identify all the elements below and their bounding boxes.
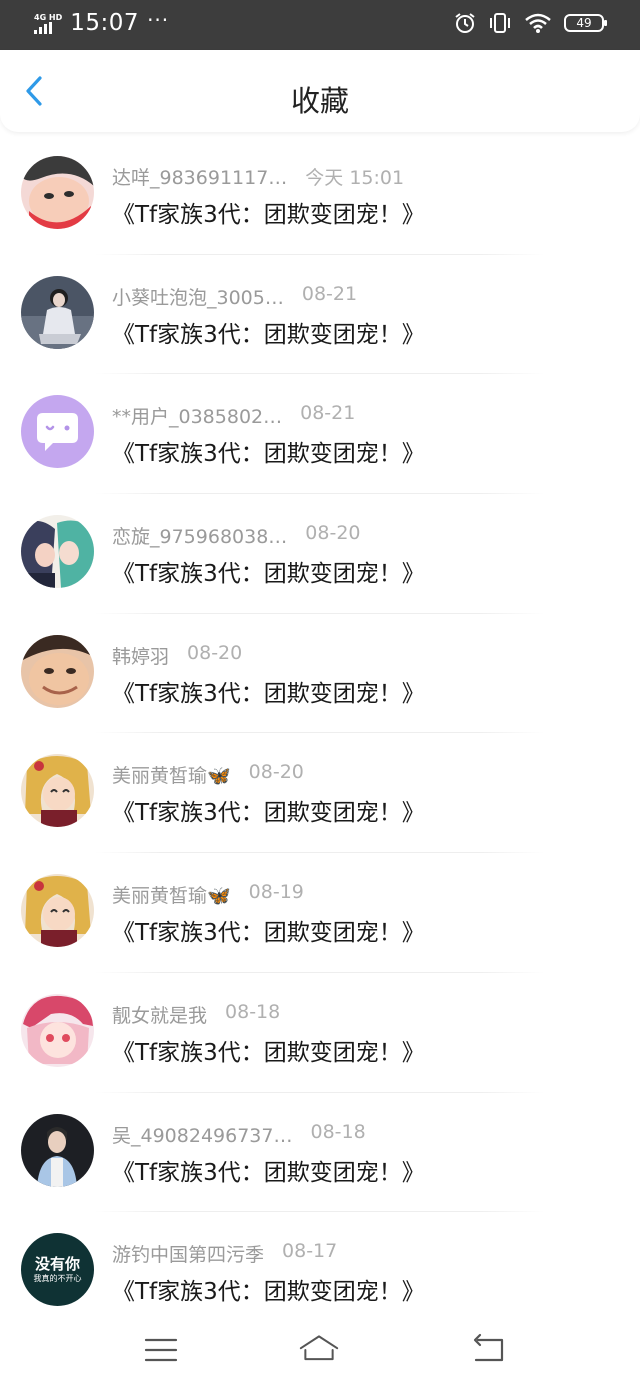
list-item[interactable]: 韩婷羽 08-20 《Tf家族3代：团欺变团宠！》 bbox=[0, 614, 640, 734]
signal-bars-icon bbox=[34, 21, 52, 34]
item-time: 08-21 bbox=[301, 282, 358, 305]
status-bar: 4G HD 15:07 ··· 49 bbox=[0, 0, 640, 50]
status-left: 4G HD 15:07 ··· bbox=[34, 8, 170, 36]
header: 收藏 bbox=[0, 50, 640, 132]
item-meta: 吴_49082496737… 08-18 bbox=[112, 1121, 366, 1148]
list-item[interactable]: 美丽黄皙瑜🦋 08-19 《Tf家族3代：团欺变团宠！》 bbox=[0, 853, 640, 973]
list-item[interactable]: 恋旋_975968038… 08-20 《Tf家族3代：团欺变团宠！》 bbox=[0, 494, 640, 614]
user-name[interactable]: 达咩_983691117… bbox=[112, 163, 287, 190]
list-item[interactable]: **用户_0385802… 08-21 《Tf家族3代：团欺变团宠！》 bbox=[0, 374, 640, 495]
funny-face-avatar[interactable] bbox=[21, 634, 94, 708]
item-title[interactable]: 《Tf家族3代：团欺变团宠！》 bbox=[112, 674, 425, 708]
item-time: 08-19 bbox=[248, 881, 304, 904]
item-meta: 达咩_983691117… 今天 15:01 bbox=[112, 163, 404, 190]
list-item[interactable]: 小葵吐泡泡_3005… 08-21 《Tf家族3代：团欺变团宠！》 bbox=[0, 255, 640, 375]
page-title: 收藏 bbox=[290, 84, 349, 118]
girl-photo-avatar[interactable] bbox=[21, 275, 94, 349]
navigation-bar bbox=[0, 1320, 640, 1387]
default-chat-avatar[interactable] bbox=[21, 395, 94, 469]
avatar-text-main: 没有你 bbox=[34, 1255, 80, 1274]
vibrate-icon bbox=[490, 13, 510, 33]
user-name[interactable]: 靓女就是我 bbox=[112, 1001, 207, 1028]
item-title[interactable]: 《Tf家族3代：团欺变团宠！》 bbox=[112, 434, 425, 468]
item-title[interactable]: 《Tf家族3代：团欺变团宠！》 bbox=[112, 1153, 425, 1187]
item-title[interactable]: 《Tf家族3代：团欺变团宠！》 bbox=[112, 195, 425, 229]
item-title[interactable]: 《Tf家族3代：团欺变团宠！》 bbox=[112, 1272, 425, 1306]
user-name[interactable]: 美丽黄皙瑜🦋 bbox=[112, 761, 231, 788]
list-item[interactable]: 吴_49082496737… 08-18 《Tf家族3代：团欺变团宠！》 bbox=[0, 1093, 640, 1213]
user-name[interactable]: 小葵吐泡泡_3005… bbox=[112, 283, 284, 310]
user-name[interactable]: 美丽黄皙瑜🦋 bbox=[112, 881, 231, 908]
item-meta: **用户_0385802… 08-21 bbox=[112, 402, 355, 429]
back-nav-icon[interactable] bbox=[468, 1330, 508, 1370]
menu-icon[interactable] bbox=[141, 1330, 181, 1370]
item-meta: 恋旋_975968038… 08-20 bbox=[112, 522, 361, 549]
list-item[interactable]: 达咩_983691117… 今天 15:01 《Tf家族3代：团欺变团宠！》 bbox=[0, 135, 640, 255]
favorites-list: 达咩_983691117… 今天 15:01 《Tf家族3代：团欺变团宠！》 小… bbox=[0, 135, 640, 1332]
item-title[interactable]: 《Tf家族3代：团欺变团宠！》 bbox=[112, 913, 425, 947]
list-item[interactable]: 没有你 我真的不开心 游钓中国第四污季 08-17 《Tf家族3代：团欺变团宠！… bbox=[0, 1212, 640, 1332]
item-meta: 美丽黄皙瑜🦋 08-20 bbox=[112, 761, 304, 788]
wifi-icon bbox=[525, 13, 551, 33]
user-name[interactable]: 恋旋_975968038… bbox=[112, 522, 287, 549]
item-time: 今天 15:01 bbox=[305, 167, 405, 189]
battery-level: 49 bbox=[576, 16, 592, 30]
item-time: 08-18 bbox=[225, 1000, 281, 1023]
boy-photo-avatar[interactable] bbox=[21, 1113, 94, 1187]
alarm-icon bbox=[455, 13, 475, 33]
item-meta: 小葵吐泡泡_3005… 08-21 bbox=[112, 283, 357, 310]
home-icon[interactable] bbox=[299, 1330, 339, 1370]
item-title[interactable]: 《Tf家族3代：团欺变团宠！》 bbox=[112, 554, 425, 588]
item-time: 08-20 bbox=[248, 761, 304, 784]
item-time: 08-17 bbox=[282, 1240, 338, 1263]
anime-girl-pink-avatar[interactable] bbox=[21, 993, 94, 1067]
sailor-moon-avatar[interactable] bbox=[21, 754, 94, 828]
item-time: 08-20 bbox=[305, 522, 361, 545]
sailor-moon-avatar[interactable] bbox=[21, 874, 94, 948]
battery-icon: 49 bbox=[564, 14, 607, 32]
cartoon-boy-avatar[interactable] bbox=[21, 156, 94, 229]
item-title[interactable]: 《Tf家族3代：团欺变团宠！》 bbox=[112, 1033, 425, 1067]
signal-indicator: 4G HD bbox=[34, 13, 62, 34]
user-name[interactable]: 游钓中国第四污季 bbox=[112, 1240, 264, 1267]
item-time: 08-21 bbox=[300, 402, 356, 425]
anime-couple-avatar[interactable] bbox=[21, 515, 94, 589]
user-name[interactable]: 吴_49082496737… bbox=[112, 1121, 292, 1148]
list-item[interactable]: 美丽黄皙瑜🦋 08-20 《Tf家族3代：团欺变团宠！》 bbox=[0, 733, 640, 854]
avatar-text-sub: 我真的不开心 bbox=[33, 1274, 82, 1284]
item-meta: 韩婷羽 08-20 bbox=[112, 642, 242, 669]
item-meta: 靓女就是我 08-18 bbox=[112, 1001, 280, 1028]
item-meta: 美丽黄皙瑜🦋 08-19 bbox=[112, 881, 304, 908]
status-more-dots: ··· bbox=[147, 8, 170, 32]
item-time: 08-20 bbox=[187, 641, 243, 664]
status-right: 49 bbox=[454, 12, 607, 34]
item-time: 08-18 bbox=[310, 1120, 366, 1143]
status-time: 15:07 bbox=[70, 10, 140, 36]
item-meta: 游钓中国第四污季 08-17 bbox=[112, 1240, 337, 1267]
item-title[interactable]: 《Tf家族3代：团欺变团宠！》 bbox=[112, 793, 425, 827]
item-title[interactable]: 《Tf家族3代：团欺变团宠！》 bbox=[112, 315, 425, 349]
user-name[interactable]: 韩婷羽 bbox=[112, 642, 169, 669]
list-item[interactable]: 靓女就是我 08-18 《Tf家族3代：团欺变团宠！》 bbox=[0, 973, 640, 1093]
network-type-label: 4G HD bbox=[34, 12, 63, 22]
user-name[interactable]: **用户_0385802… bbox=[112, 402, 282, 429]
text-avatar[interactable]: 没有你 我真的不开心 bbox=[21, 1233, 94, 1307]
